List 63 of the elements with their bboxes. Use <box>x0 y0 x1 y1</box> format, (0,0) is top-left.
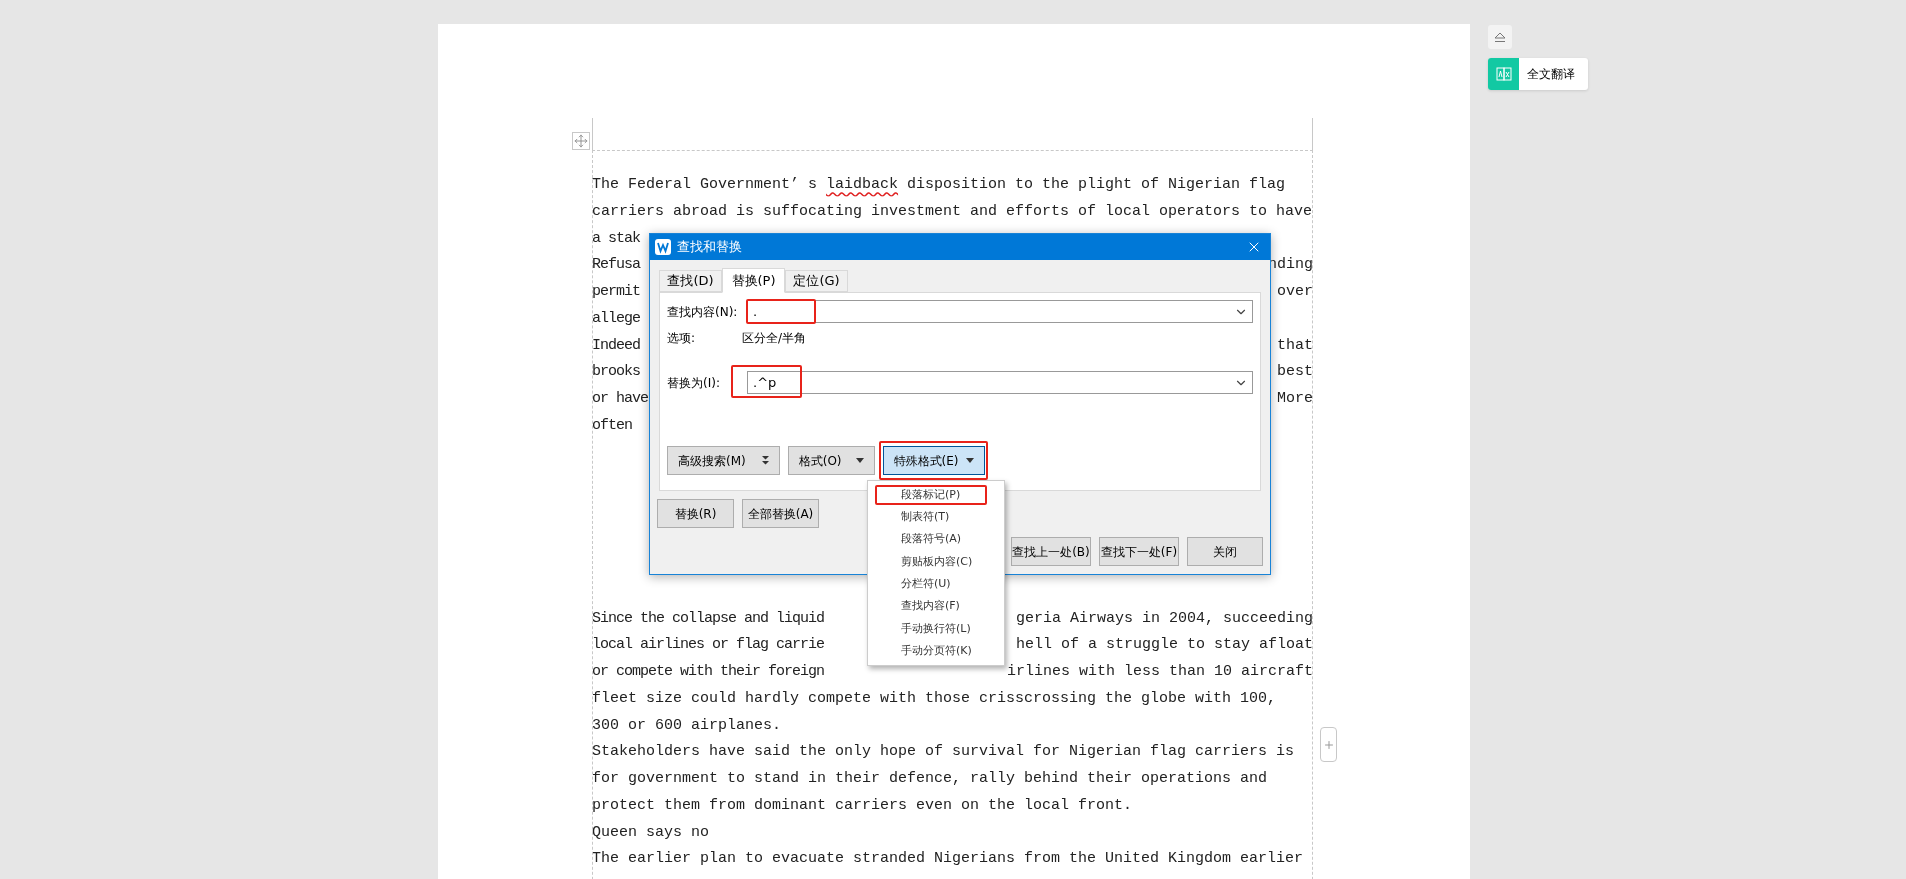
text-line: protect them from dominant carriers even on the local front. <box>592 796 1133 814</box>
text-line: The earlier plan to evacuate stranded Nigerians from the United Kingdom earlier <box>592 850 1304 868</box>
double-caret-icon <box>761 456 769 465</box>
move-handle[interactable] <box>572 132 590 150</box>
text-fragment: best <box>1277 362 1313 383</box>
menu-item[interactable]: 段落标记(P) <box>868 484 1004 507</box>
nav-button[interactable]: 查找下一处(F) <box>1099 537 1179 566</box>
nav-button[interactable]: 关闭 <box>1187 537 1263 566</box>
text-fragment: Refusa <box>592 255 640 276</box>
translate-icon <box>1495 66 1512 82</box>
caret-icon <box>966 458 975 463</box>
text-fragment: permit <box>592 282 640 302</box>
text-fragment: Indeed <box>592 335 640 356</box>
text-fragment: irlines with less than 10 aircraft <box>1006 662 1313 682</box>
options-value: 区分全/半角 <box>742 330 807 347</box>
dialog-tab[interactable]: 查找(D) <box>659 270 722 292</box>
dialog-tab[interactable]: 定位(G) <box>785 270 848 292</box>
replace-button[interactable]: 全部替换(A) <box>742 499 819 528</box>
text-line: 300 or 600 airplanes. <box>592 716 782 734</box>
menu-item[interactable]: 分栏符(U) <box>868 573 1004 596</box>
text-fragment: over <box>1277 282 1313 302</box>
text-fragment: local airlines or flag carrie <box>592 635 825 656</box>
text-line: Stakeholders have said the only hope of survival for Nigerian flag carriers is <box>592 743 1295 761</box>
move-icon <box>574 134 588 148</box>
translate-button[interactable]: 全文翻译 <box>1488 58 1588 90</box>
caret-icon <box>855 458 864 463</box>
options-label: 选项: <box>667 330 697 347</box>
text-fragment: brooks <box>592 362 640 383</box>
text-fragment: or have <box>592 389 648 409</box>
text-fragment: that <box>1277 335 1313 356</box>
plus-icon <box>1322 738 1335 751</box>
text-fragment: or compete with their foreign <box>592 662 825 682</box>
combo-field[interactable]: .^p <box>747 371 1253 394</box>
text-line: Queen says no <box>592 823 710 841</box>
text-line: carriers abroad is suffocating investment and efforts of local operators to have <box>592 202 1313 220</box>
dialog-tab[interactable]: 替换(P) <box>722 268 785 293</box>
menu-item[interactable]: 手动换行符(L) <box>868 617 1004 641</box>
eject-icon <box>1494 31 1506 43</box>
option-button[interactable]: 特殊格式(E) <box>882 446 986 475</box>
text-fragment: a stak <box>592 228 640 249</box>
text-line: for government to stand in their defence, rally behind their operations and <box>592 770 1268 787</box>
text-fragment: More <box>1277 389 1313 409</box>
text-line: The Federal Government’ s laidback disposition to the plight of Nigerian flag <box>592 176 1286 193</box>
text-fragment: often <box>592 415 632 436</box>
text-fragment: allege <box>592 308 640 329</box>
option-button[interactable]: 高级搜索(M) <box>667 446 780 475</box>
collapse-button[interactable] <box>1488 25 1512 49</box>
menu-item[interactable]: 剪贴板内容(C) <box>868 550 1004 574</box>
replace-button[interactable]: 替换(R) <box>657 499 734 528</box>
menu-item[interactable]: 制表符(T) <box>868 506 1004 529</box>
menu-item[interactable]: 查找内容(F) <box>868 595 1004 618</box>
field-label: 替换为(I): <box>667 374 721 392</box>
field-label: 查找内容(N): <box>667 303 739 321</box>
text-fragment: Since the collapse and liquid <box>592 608 825 629</box>
option-button[interactable]: 格式(O) <box>787 446 875 475</box>
menu-item[interactable]: 段落符号(A) <box>868 528 1004 551</box>
text-line: fleet size could hardly compete with those crisscrossing the globe with 100, <box>592 689 1277 707</box>
text-fragment: geria Airways in 2004, succeeding <box>1015 608 1313 629</box>
app-logo-icon <box>655 239 671 255</box>
nav-button[interactable]: 查找上一处(B) <box>1011 537 1091 566</box>
text-fragment: hell of a struggle to stay afloat <box>1015 635 1313 656</box>
menu-item[interactable]: 手动分页符(K) <box>868 640 1004 663</box>
dialog-title: 查找和替换 <box>677 238 742 257</box>
